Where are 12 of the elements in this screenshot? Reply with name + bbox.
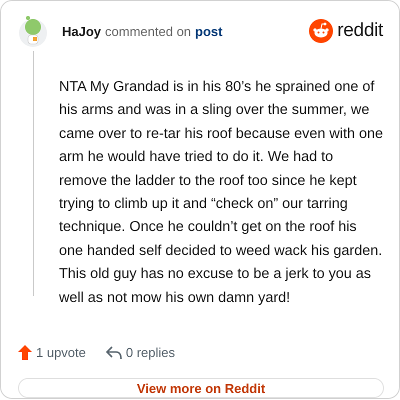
upvote-icon[interactable] xyxy=(18,345,32,360)
reply-icon[interactable] xyxy=(106,346,122,360)
upvote-count: 1 upvote xyxy=(36,345,86,360)
post-link[interactable]: post xyxy=(195,24,222,38)
view-more-button[interactable]: View more on Reddit xyxy=(18,378,384,398)
action-text: commented on xyxy=(105,24,192,38)
comment-text: NTA My Grandad is in his 80’s he sprained one of his arms and was in a sling over the summer, we came over to re-tar his roof because even with one arm he would have tried to do it. We had to remove the ladder to the roof too since he kept trying to climb up it and “check on” our tarring technique. Once he couldn’t get on the roof his one handed self decided to weed wack his garden. This old guy has no excuse to be a jerk to you as well as not mow his own damn yard! xyxy=(59,78,383,308)
brand-name: reddit xyxy=(337,20,383,42)
avatar-icon xyxy=(18,15,48,47)
username[interactable]: HaJoy xyxy=(62,24,102,38)
reddit-logo-icon xyxy=(309,19,334,43)
reply-count: 0 replies xyxy=(126,345,176,360)
